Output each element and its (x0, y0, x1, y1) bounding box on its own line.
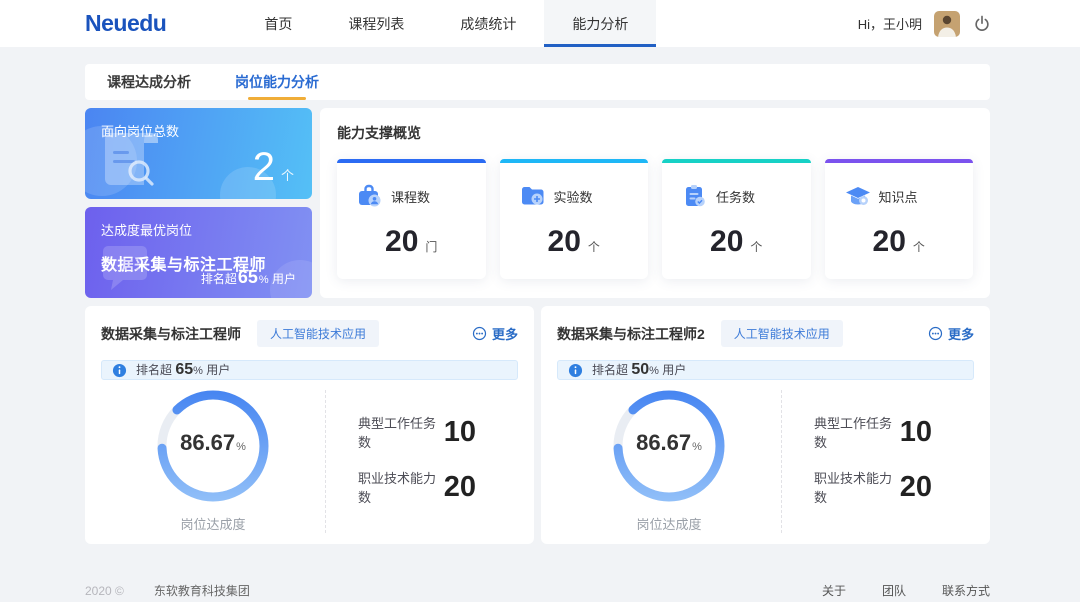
stat-row-tech-abilities: 职业技术能力数 20 (358, 468, 476, 506)
rank-text: 排名超65% 用户 (201, 267, 296, 288)
company-name: 东软教育科技集团 (154, 582, 250, 599)
stat-row-typical-tasks: 典型工作任务数 10 (358, 413, 476, 451)
more-link[interactable]: 更多 (472, 324, 518, 343)
navbar-right: Hi，王小明 (858, 11, 992, 37)
chat-bubble-icon (101, 244, 155, 294)
footer-link-about[interactable]: 关于 (822, 582, 846, 599)
info-icon (568, 363, 583, 378)
active-tab-underline (248, 97, 306, 100)
experiment-count: 20 个 (500, 225, 649, 259)
top-navbar: Neuedu 首页 课程列表 成绩统计 能力分析 Hi，王小明 (0, 0, 1080, 47)
nav-item-grade-stats[interactable]: 成绩统计 (432, 0, 544, 47)
overview-card-tasks: 任务数 20 个 (662, 159, 811, 279)
page-footer: 2020 © 东软教育科技集团 关于 团队 联系方式 (0, 582, 1080, 599)
donut-chart: 86.67 % (613, 390, 725, 502)
achievement-donut-section: 86.67 % 岗位达成度 (101, 390, 326, 533)
donut-percent: 86.67 % (613, 390, 725, 502)
logout-power-icon[interactable] (972, 14, 992, 34)
graduation-cap-icon (845, 183, 871, 209)
donut-label: 岗位达成度 (180, 514, 245, 533)
nav-item-ability-analysis[interactable]: 能力分析 (544, 0, 656, 47)
position-tag: 人工智能技术应用 (721, 320, 843, 347)
user-greeting: Hi，王小明 (858, 14, 922, 33)
user-avatar[interactable] (934, 11, 960, 37)
positions-count: 2 个 (253, 147, 294, 187)
donut-percent: 86.67 % (157, 390, 269, 502)
tab-position-ability[interactable]: 岗位能力分析 (235, 64, 319, 100)
tab-course-achievement[interactable]: 课程达成分析 (107, 64, 191, 100)
overview-card-experiments: 实验数 20 个 (500, 159, 649, 279)
overview-title: 能力支撑概览 (337, 123, 973, 143)
copyright-year: 2020 © (85, 584, 124, 598)
achievement-donut-section: 86.67 % 岗位达成度 (557, 390, 782, 533)
stat-row-typical-tasks: 典型工作任务数 10 (814, 413, 932, 451)
nav-menu: 首页 课程列表 成绩统计 能力分析 (236, 0, 656, 47)
position-tag: 人工智能技术应用 (257, 320, 379, 347)
nav-item-course-list[interactable]: 课程列表 (320, 0, 432, 47)
position-stats: 典型工作任务数 10 职业技术能力数 20 (782, 390, 974, 533)
analysis-tabbar: 课程达成分析 岗位能力分析 (85, 64, 990, 100)
capability-overview-panel: 能力支撑概览 课程数 20 (320, 108, 990, 298)
nav-item-home[interactable]: 首页 (236, 0, 320, 47)
more-ellipsis-icon (928, 326, 943, 341)
card-title: 达成度最优岗位 (101, 220, 296, 239)
course-count: 20 门 (337, 225, 486, 259)
more-link[interactable]: 更多 (928, 324, 974, 343)
neuedu-logo: Neuedu (85, 10, 166, 37)
rank-info-bar: 排名超 50% 用户 (557, 360, 974, 380)
task-count: 20 个 (662, 225, 811, 259)
rank-info-bar: 排名超 65% 用户 (101, 360, 518, 380)
position-title: 数据采集与标注工程师 (101, 324, 241, 344)
accent-strip (500, 159, 649, 163)
accent-strip (825, 159, 974, 163)
summary-column: 面向岗位总数 2 个 (85, 108, 312, 298)
donut-label: 岗位达成度 (636, 514, 701, 533)
clipboard-icon (682, 183, 708, 209)
rank-text: 排名超 50% 用户 (592, 361, 686, 379)
accent-strip (662, 159, 811, 163)
overview-card-knowledge: 知识点 20 个 (825, 159, 974, 279)
donut-chart: 86.67 % (157, 390, 269, 502)
position-title: 数据采集与标注工程师2 (557, 324, 705, 344)
position-panel-1: 数据采集与标注工程师 人工智能技术应用 更多 排名超 65% 用 (85, 306, 534, 544)
more-ellipsis-icon (472, 326, 487, 341)
position-stats: 典型工作任务数 10 职业技术能力数 20 (326, 390, 518, 533)
info-icon (112, 363, 127, 378)
position-panel-2: 数据采集与标注工程师2 人工智能技术应用 更多 排名超 50% (541, 306, 990, 544)
accent-strip (337, 159, 486, 163)
knowledge-count: 20 个 (825, 225, 974, 259)
bottom-strip (0, 602, 1080, 610)
footer-links: 关于 团队 联系方式 (822, 582, 990, 599)
stat-row-tech-abilities: 职业技术能力数 20 (814, 468, 932, 506)
overview-card-courses: 课程数 20 门 (337, 159, 486, 279)
rank-text: 排名超 65% 用户 (136, 361, 230, 379)
briefcase-icon (357, 183, 383, 209)
best-position-card: 达成度最优岗位 数据采集与标注工程师 排名超65% 用户 (85, 207, 312, 298)
footer-link-contact[interactable]: 联系方式 (942, 582, 990, 599)
total-positions-card: 面向岗位总数 2 个 (85, 108, 312, 199)
avatar-photo (934, 11, 960, 37)
folder-icon (520, 183, 546, 209)
document-search-icon (99, 129, 169, 191)
footer-link-team[interactable]: 团队 (882, 582, 906, 599)
